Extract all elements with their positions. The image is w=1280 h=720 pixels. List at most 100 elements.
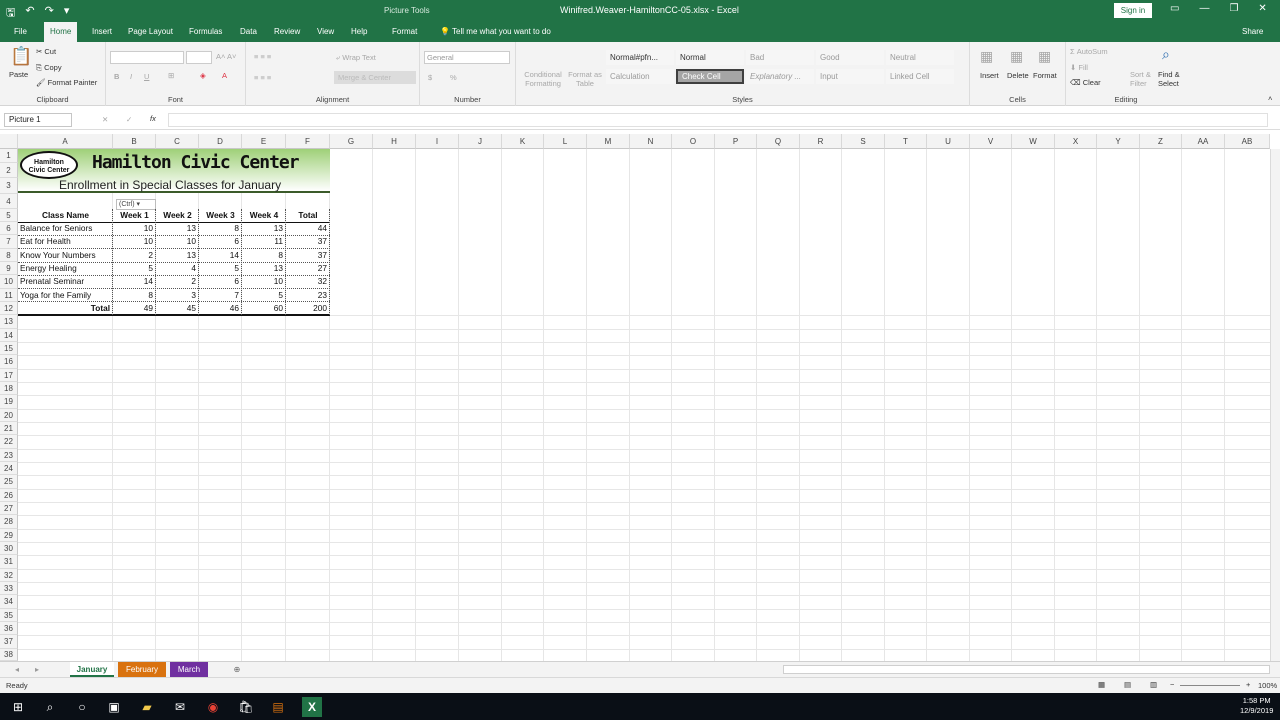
app-icon[interactable]: ▤ xyxy=(268,697,288,717)
column-header[interactable]: Z xyxy=(1140,134,1182,149)
style-normal-pfn[interactable]: Normal#pfn... xyxy=(606,50,674,65)
find-select-button[interactable]: Find & Select xyxy=(1158,70,1186,88)
excel-taskbar-icon[interactable]: X xyxy=(302,697,322,717)
copy-button[interactable]: ⎘ Copy xyxy=(36,63,62,73)
delete-cells-icon[interactable]: ▦ xyxy=(1010,48,1023,65)
table-cell[interactable]: 27 xyxy=(286,262,330,275)
normal-view-icon[interactable]: ▦ xyxy=(1098,680,1105,689)
column-header[interactable]: A xyxy=(18,134,113,149)
cortana-icon[interactable]: ○ xyxy=(72,697,92,717)
table-cell[interactable]: Know Your Numbers xyxy=(18,249,113,262)
style-linked-cell[interactable]: Linked Cell xyxy=(886,69,954,84)
table-cell[interactable]: 10 xyxy=(113,235,156,248)
tab-help[interactable]: Help xyxy=(345,22,373,42)
table-cell[interactable]: 44 xyxy=(286,222,330,235)
table-cell[interactable]: 2 xyxy=(113,249,156,262)
sort-filter-button[interactable]: Sort & Filter xyxy=(1130,70,1156,88)
style-good[interactable]: Good xyxy=(816,50,884,65)
row-header[interactable]: 33 xyxy=(0,582,18,595)
format-cells-button[interactable]: Format xyxy=(1033,71,1057,80)
zoom-out-icon[interactable]: − xyxy=(1170,680,1174,689)
header-total[interactable]: Total xyxy=(286,209,330,222)
table-cell[interactable]: 5 xyxy=(199,262,242,275)
tab-formulas[interactable]: Formulas xyxy=(183,22,228,42)
row-header[interactable]: 27 xyxy=(0,502,18,515)
row-header[interactable]: 9 xyxy=(0,262,18,275)
table-cell[interactable]: 13 xyxy=(242,262,286,275)
font-color-icon[interactable]: A xyxy=(222,71,227,80)
format-cells-icon[interactable]: ▦ xyxy=(1038,48,1051,65)
table-cell[interactable]: 10 xyxy=(113,222,156,235)
header-week-4[interactable]: Week 4 xyxy=(242,209,286,222)
font-name-box[interactable] xyxy=(110,51,184,64)
table-cell[interactable]: 32 xyxy=(286,275,330,288)
enter-formula-icon[interactable]: ✓ xyxy=(126,115,132,124)
column-header[interactable]: K xyxy=(502,134,544,149)
table-cell[interactable]: Energy Healing xyxy=(18,262,113,275)
style-neutral[interactable]: Neutral xyxy=(886,50,954,65)
formula-input[interactable] xyxy=(168,113,1268,127)
row-header[interactable]: 32 xyxy=(0,569,18,582)
table-cell[interactable]: 37 xyxy=(286,249,330,262)
delete-cells-button[interactable]: Delete xyxy=(1007,71,1029,80)
format-painter-button[interactable]: 🖌 Format Painter xyxy=(36,78,97,87)
find-select-icon[interactable]: ⌕ xyxy=(1162,46,1170,63)
column-header[interactable]: J xyxy=(459,134,502,149)
table-cell[interactable]: 5 xyxy=(113,262,156,275)
table-cell[interactable]: 37 xyxy=(286,235,330,248)
sheet-tab-march[interactable]: March xyxy=(170,662,208,677)
merge-center-button[interactable]: Merge & Center xyxy=(334,71,416,84)
style-calculation[interactable]: Calculation xyxy=(606,69,674,84)
new-sheet-icon[interactable]: ⊕ xyxy=(230,662,244,677)
tab-review[interactable]: Review xyxy=(268,22,306,42)
page-break-view-icon[interactable]: ▥ xyxy=(1150,680,1157,689)
column-header[interactable]: H xyxy=(373,134,416,149)
next-sheet-icon[interactable]: ▸ xyxy=(30,662,44,677)
row-header[interactable]: 15 xyxy=(0,342,18,355)
table-cell[interactable]: 8 xyxy=(242,249,286,262)
row-header[interactable]: 36 xyxy=(0,622,18,635)
row-header[interactable]: 2 xyxy=(0,163,18,178)
table-cell[interactable]: Eat for Health xyxy=(18,235,113,248)
close-icon[interactable]: ✕ xyxy=(1258,3,1266,14)
horizontal-scrollbar[interactable] xyxy=(783,665,1270,674)
redo-icon[interactable]: ↷ xyxy=(45,4,54,23)
select-all-corner[interactable] xyxy=(0,134,18,149)
zoom-in-icon[interactable]: + xyxy=(1246,680,1250,689)
clock[interactable]: 1:58 PM 12/9/2019 xyxy=(1240,696,1273,716)
column-header[interactable]: AB xyxy=(1225,134,1270,149)
column-header[interactable]: R xyxy=(800,134,842,149)
column-header[interactable]: G xyxy=(330,134,373,149)
row-header[interactable]: 25 xyxy=(0,475,18,489)
number-format-box[interactable]: General xyxy=(424,51,510,64)
row-header[interactable]: 11 xyxy=(0,289,18,302)
windows-start-icon[interactable]: ⊞ xyxy=(8,697,28,717)
fill-color-icon[interactable]: ◈ xyxy=(200,71,206,80)
row-header[interactable]: 37 xyxy=(0,635,18,649)
insert-function-icon[interactable]: fx xyxy=(150,114,156,123)
chrome-icon[interactable]: ◉ xyxy=(203,697,223,717)
row-header[interactable]: 17 xyxy=(0,369,18,382)
row-header[interactable]: 28 xyxy=(0,515,18,529)
logo-picture[interactable]: Hamilton Civic Center xyxy=(20,151,78,179)
tab-format[interactable]: Format xyxy=(386,22,423,42)
fill-button[interactable]: ⬇ Fill xyxy=(1070,63,1088,72)
row-header[interactable]: 3 xyxy=(0,178,18,194)
column-header[interactable]: I xyxy=(416,134,459,149)
tab-home[interactable]: Home xyxy=(44,22,78,42)
header-week-2[interactable]: Week 2 xyxy=(156,209,199,222)
column-header[interactable]: U xyxy=(927,134,970,149)
style-check-cell[interactable]: Check Cell xyxy=(676,69,744,84)
cancel-formula-icon[interactable]: ✕ xyxy=(102,115,108,124)
italic-button[interactable]: I xyxy=(130,72,132,81)
borders-icon[interactable]: ⊞ xyxy=(168,71,174,80)
column-header[interactable]: D xyxy=(199,134,242,149)
column-header[interactable]: O xyxy=(672,134,715,149)
page-layout-view-icon[interactable]: ▤ xyxy=(1124,680,1131,689)
row-header[interactable]: 8 xyxy=(0,249,18,262)
ribbon-display-icon[interactable]: ▭ xyxy=(1170,3,1179,14)
conditional-formatting-button[interactable]: Conditional Formatting xyxy=(520,70,566,88)
font-size-box[interactable] xyxy=(186,51,212,64)
row-header[interactable]: 10 xyxy=(0,275,18,289)
zoom-slider[interactable] xyxy=(1180,685,1240,686)
